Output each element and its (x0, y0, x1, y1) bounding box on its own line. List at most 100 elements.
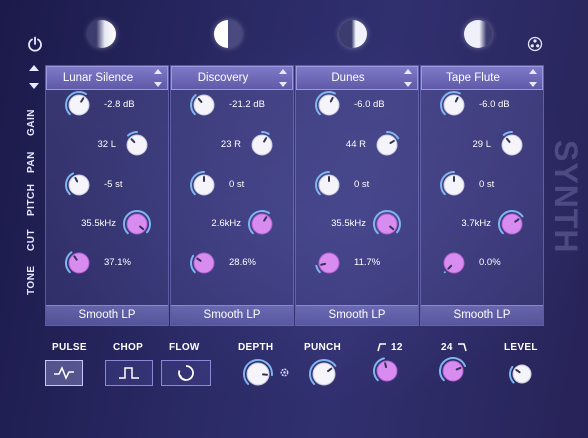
lp24-label: 24 (441, 342, 467, 353)
pitch-value: 0 st (229, 179, 245, 190)
depth-label: DEPTH (238, 342, 274, 353)
level-knob[interactable] (508, 360, 536, 388)
preset-selector[interactable]: Lunar Silence (46, 66, 168, 90)
knob-body (68, 94, 90, 116)
preset-arrows[interactable] (526, 69, 540, 87)
punch-label: PUNCH (304, 342, 342, 353)
preset-arrows[interactable] (276, 69, 290, 87)
pan-knob[interactable] (372, 130, 402, 160)
channel-strip-3: Dunes -6.0 dB 44 R 0 st 35.5kHz 11.7% Smooth L… (295, 65, 419, 326)
preset-arrows[interactable] (151, 69, 165, 87)
knob-body (501, 213, 523, 235)
knob-value-arc (261, 131, 270, 135)
pan-knob[interactable] (122, 130, 152, 160)
pulse-button[interactable] (45, 360, 83, 386)
flow-cycle-icon (178, 365, 194, 381)
global-preset-arrows[interactable] (27, 65, 41, 89)
filter-type-selector[interactable]: Smooth LP (46, 305, 168, 325)
tone-knob[interactable] (64, 248, 94, 278)
gain-knob[interactable] (314, 90, 344, 120)
moon-phase-2-icon[interactable] (214, 20, 242, 48)
filter-type-selector[interactable]: Smooth LP (171, 305, 293, 325)
row-label-gain: GAIN (26, 109, 37, 137)
pulse-wave-icon (54, 366, 74, 380)
nuclear-icon[interactable] (527, 36, 543, 52)
knob-body (312, 362, 336, 386)
preset-down-icon[interactable] (154, 82, 162, 87)
level-label: LEVEL (504, 342, 538, 353)
preset-down-icon[interactable] (279, 82, 287, 87)
gain-value: -21.2 dB (229, 99, 265, 110)
preset-down-icon[interactable] (404, 82, 412, 87)
gain-value: -6.0 dB (354, 99, 385, 110)
pitch-knob[interactable] (439, 170, 469, 200)
power-icon[interactable] (27, 36, 43, 52)
punch-knob[interactable] (308, 358, 340, 390)
tone-value: 0.0% (479, 257, 501, 268)
tone-value: 28.6% (229, 257, 256, 268)
knob-body (251, 213, 273, 235)
moon-phase-4-icon[interactable] (464, 20, 492, 48)
knob-body (376, 134, 398, 156)
moon-phase-1-icon[interactable] (88, 20, 116, 48)
lowpass-icon (457, 343, 467, 352)
flow-button[interactable] (161, 360, 211, 386)
preset-down-icon[interactable] (529, 82, 537, 87)
cut-knob[interactable] (497, 209, 527, 239)
row-labels: GAIN PAN PITCH CUT TONE (26, 96, 44, 306)
cut-value: 2.6kHz (211, 218, 241, 229)
filter-type-selector[interactable]: Smooth LP (296, 305, 418, 325)
preset-selector[interactable]: Discovery (171, 66, 293, 90)
cut-value: 35.5kHz (81, 218, 116, 229)
tone-knob[interactable] (314, 248, 344, 278)
preset-selector[interactable]: Dunes (296, 66, 418, 90)
pitch-value: 0 st (479, 179, 495, 190)
filter-type-selector[interactable]: Smooth LP (421, 305, 543, 325)
tone-knob[interactable] (189, 248, 219, 278)
cut-knob[interactable] (122, 209, 152, 239)
pitch-value: -5 st (104, 179, 123, 190)
preset-arrows[interactable] (401, 69, 415, 87)
preset-up-icon[interactable] (29, 65, 39, 71)
chop-button[interactable] (105, 360, 153, 386)
depth-settings-gear-icon[interactable] (279, 367, 290, 378)
tone-value: 11.7% (354, 257, 381, 268)
preset-name[interactable]: Discovery (172, 72, 274, 84)
preset-up-icon[interactable] (154, 69, 162, 74)
flow-label: FLOW (169, 342, 200, 353)
knob-indicator (384, 362, 388, 369)
preset-up-icon[interactable] (279, 69, 287, 74)
pan-knob[interactable] (497, 130, 527, 160)
preset-down-icon[interactable] (29, 83, 39, 89)
gain-knob[interactable] (189, 90, 219, 120)
preset-up-icon[interactable] (404, 69, 412, 74)
pitch-value: 0 st (354, 179, 370, 190)
knob-value-arc (502, 131, 513, 136)
pulse-label: PULSE (52, 342, 87, 353)
preset-name[interactable]: Lunar Silence (47, 72, 149, 84)
pan-knob[interactable] (247, 130, 277, 160)
pitch-knob[interactable] (314, 170, 344, 200)
knob-body (443, 252, 465, 274)
depth-knob[interactable] (242, 358, 274, 390)
pitch-knob[interactable] (64, 170, 94, 200)
channel-strip-2: Discovery -21.2 dB 23 R 0 st 2.6kHz 28.6% Smoo… (170, 65, 294, 326)
preset-name[interactable]: Tape Flute (422, 72, 524, 84)
moon-phase-3-icon[interactable] (339, 20, 367, 48)
cut-value: 3.7kHz (461, 218, 491, 229)
tone-knob[interactable] (439, 248, 469, 278)
pitch-knob[interactable] (189, 170, 219, 200)
hp12-knob[interactable] (372, 356, 402, 386)
knob-body (376, 213, 398, 235)
cut-knob[interactable] (372, 209, 402, 239)
preset-selector[interactable]: Tape Flute (421, 66, 543, 90)
cut-knob[interactable] (247, 209, 277, 239)
lp24-knob[interactable] (438, 356, 468, 386)
pan-value: 32 L (97, 139, 117, 150)
preset-up-icon[interactable] (529, 69, 537, 74)
preset-name[interactable]: Dunes (297, 72, 399, 84)
synth-side-label: SYNTH (548, 140, 584, 254)
gain-knob[interactable] (439, 90, 469, 120)
gain-knob[interactable] (64, 90, 94, 120)
knob-body (193, 94, 215, 116)
